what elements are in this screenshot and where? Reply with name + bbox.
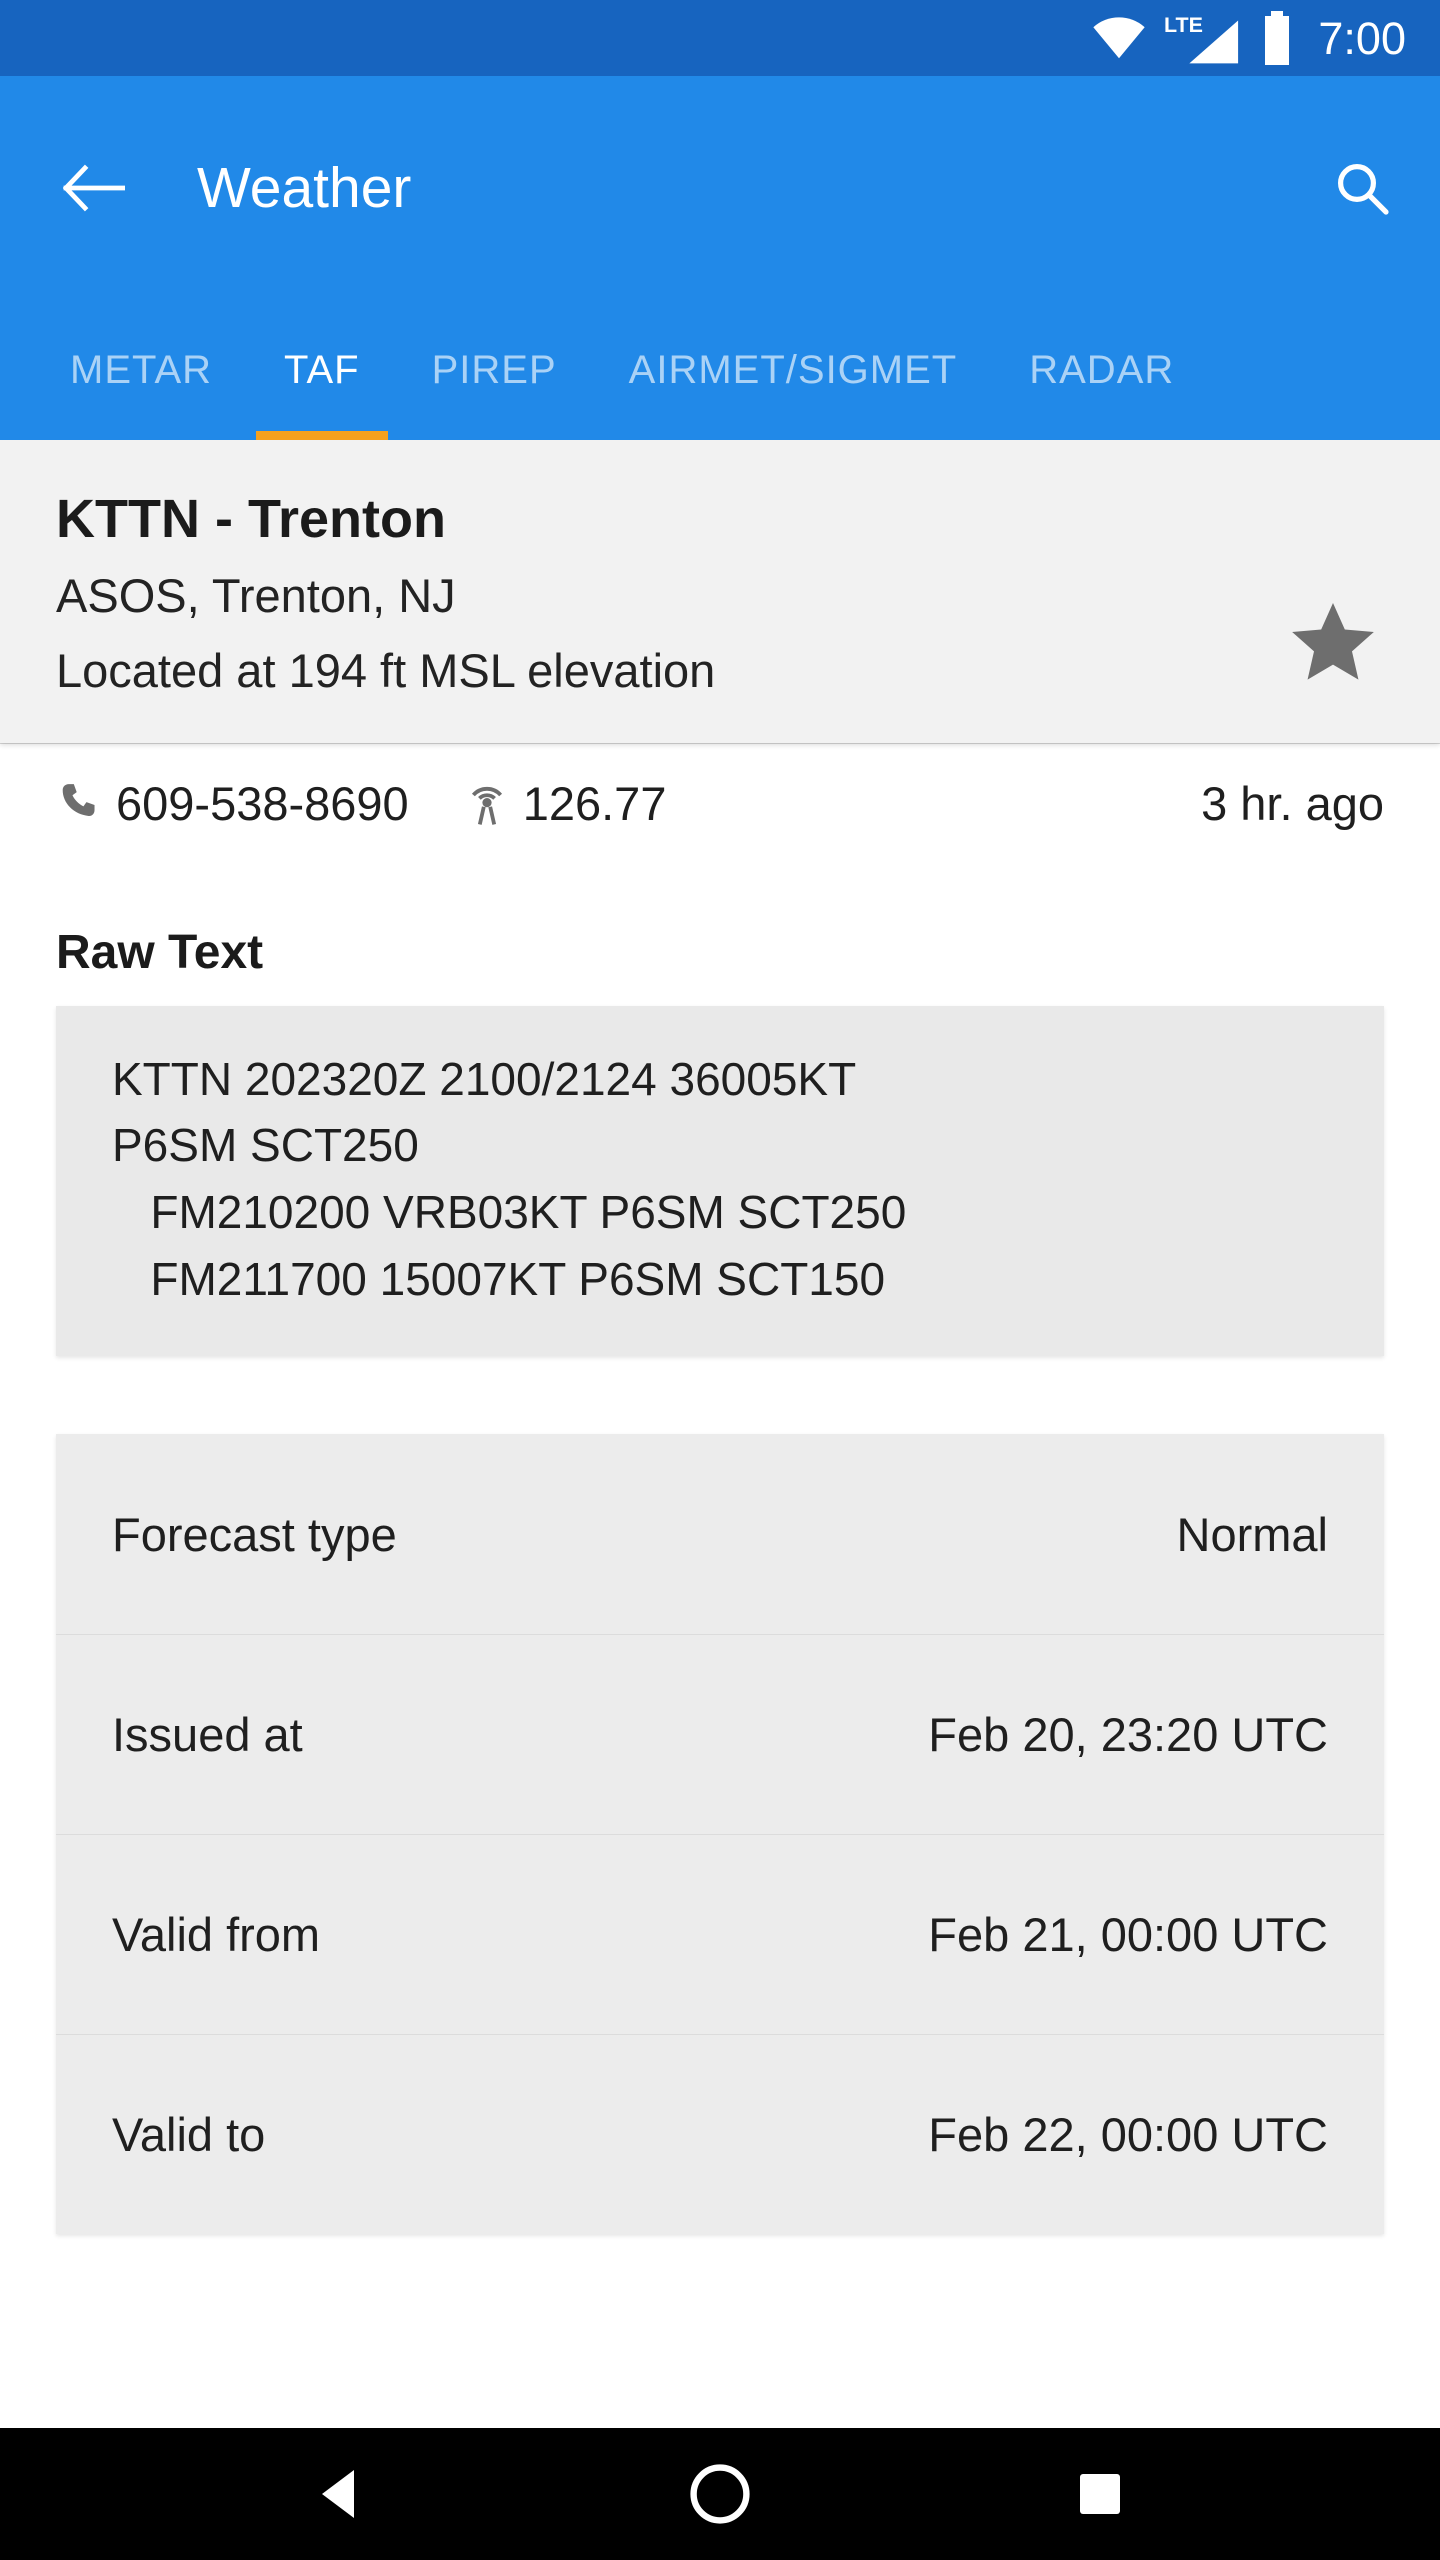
star-filled-icon[interactable] bbox=[1288, 597, 1378, 687]
tab-label: TAF bbox=[284, 347, 360, 392]
phone-icon bbox=[56, 778, 102, 829]
detail-label: Forecast type bbox=[112, 1507, 397, 1561]
tab-label: METAR bbox=[70, 347, 213, 392]
raw-text-line: P6SM SCT250 bbox=[112, 1119, 419, 1172]
search-button[interactable] bbox=[1322, 148, 1402, 228]
detail-value: Normal bbox=[1176, 1507, 1328, 1561]
raw-text-line: FM211700 15007KT P6SM SCT150 bbox=[112, 1252, 886, 1305]
tab-pirep[interactable]: PIREP bbox=[396, 300, 593, 440]
tab-taf[interactable]: TAF bbox=[248, 300, 396, 440]
table-row: Valid from Feb 21, 00:00 UTC bbox=[56, 1834, 1384, 2034]
table-row: Valid to Feb 22, 00:00 UTC bbox=[56, 2034, 1384, 2234]
tab-radar[interactable]: RADAR bbox=[993, 300, 1210, 440]
phone-number: 609-538-8690 bbox=[116, 776, 409, 830]
nav-recents-square-icon[interactable] bbox=[1040, 2434, 1160, 2554]
radio-tower-icon bbox=[465, 776, 509, 831]
status-time: 7:00 bbox=[1318, 12, 1406, 64]
detail-value: Feb 21, 00:00 UTC bbox=[928, 1908, 1328, 1962]
phone-screen: LTE 7:00 Weather METAR TAF PIREP AIRMET/… bbox=[0, 0, 1440, 2560]
nav-back-triangle-icon[interactable] bbox=[280, 2434, 400, 2554]
phone-item[interactable]: 609-538-8690 bbox=[56, 778, 409, 829]
raw-text-box[interactable]: KTTN 202320Z 2100/2124 36005KT P6SM SCT2… bbox=[56, 1005, 1384, 1357]
status-bar: LTE 7:00 bbox=[0, 0, 1440, 76]
tab-metar[interactable]: METAR bbox=[34, 300, 248, 440]
frequency-value: 126.77 bbox=[522, 776, 667, 830]
tab-bar[interactable]: METAR TAF PIREP AIRMET/SIGMET RADAR bbox=[0, 300, 1440, 440]
detail-label: Valid from bbox=[112, 1908, 321, 1962]
svg-text:LTE: LTE bbox=[1164, 13, 1203, 37]
raw-text-line: KTTN 202320Z 2100/2124 36005KT bbox=[112, 1052, 857, 1105]
station-header-card[interactable]: KTTN - Trenton ASOS, Trenton, NJ Located… bbox=[0, 440, 1440, 743]
detail-label: Valid to bbox=[112, 2108, 266, 2162]
station-info-row: 609-538-8690 126.77 3 hr. ago bbox=[0, 742, 1440, 863]
table-row: Forecast type Normal bbox=[56, 1434, 1384, 1634]
battery-icon bbox=[1260, 11, 1294, 65]
frequency-item: 126.77 bbox=[465, 776, 667, 831]
page-title: Weather bbox=[197, 155, 412, 220]
raw-text-line: FM210200 VRB03KT P6SM SCT250 bbox=[112, 1185, 907, 1238]
tab-airmet-sigmet[interactable]: AIRMET/SIGMET bbox=[593, 300, 994, 440]
wifi-icon bbox=[1092, 17, 1146, 59]
forecast-detail-table: Forecast type Normal Issued at Feb 20, 2… bbox=[56, 1434, 1384, 2235]
content-scroll-area[interactable]: KTTN - Trenton ASOS, Trenton, NJ Located… bbox=[0, 440, 1440, 2428]
observation-age: 3 hr. ago bbox=[1201, 776, 1384, 830]
app-bar: Weather bbox=[0, 76, 1440, 300]
tab-label: RADAR bbox=[1029, 347, 1175, 392]
station-elevation: Located at 194 ft MSL elevation bbox=[56, 644, 716, 698]
station-name: KTTN - Trenton bbox=[56, 489, 446, 549]
table-row: Issued at Feb 20, 23:20 UTC bbox=[56, 1634, 1384, 1834]
tab-label: PIREP bbox=[431, 347, 557, 392]
tab-label: AIRMET/SIGMET bbox=[628, 347, 958, 392]
station-type-location: ASOS, Trenton, NJ bbox=[56, 568, 456, 622]
detail-label: Issued at bbox=[112, 1708, 303, 1762]
detail-value: Feb 22, 00:00 UTC bbox=[928, 2108, 1328, 2162]
detail-value: Feb 20, 23:20 UTC bbox=[928, 1708, 1328, 1762]
nav-home-circle-icon[interactable] bbox=[660, 2434, 780, 2554]
lte-signal-icon: LTE bbox=[1164, 10, 1242, 66]
raw-text-heading: Raw Text bbox=[56, 925, 264, 979]
back-button[interactable] bbox=[56, 150, 132, 226]
system-navigation-bar bbox=[0, 2428, 1440, 2560]
